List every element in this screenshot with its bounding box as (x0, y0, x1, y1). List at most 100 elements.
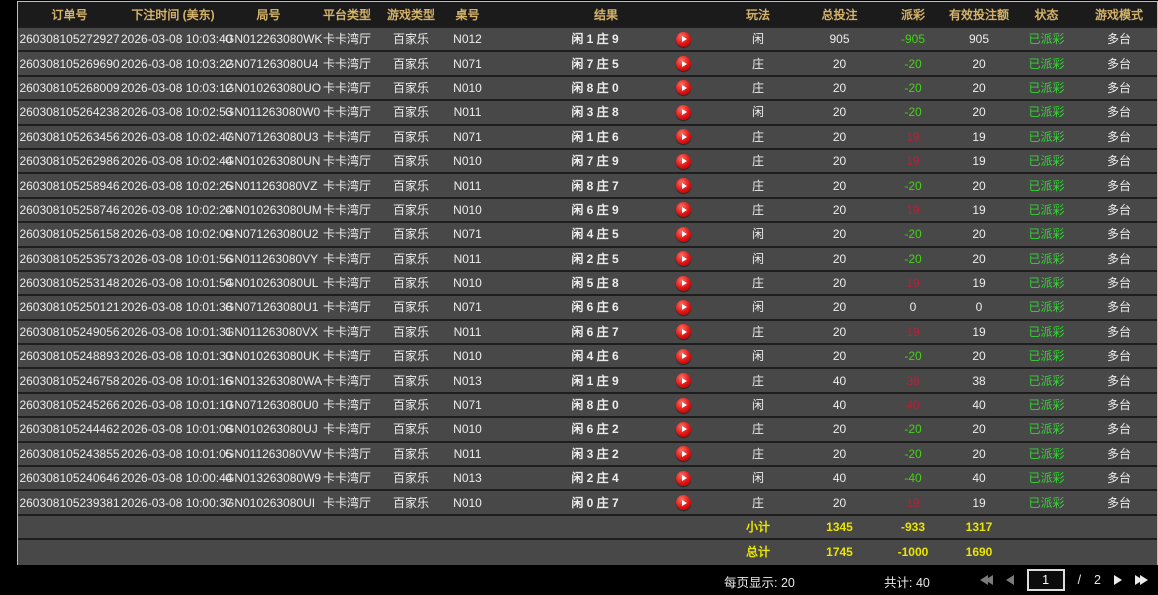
cell-play-type: 庄 (751, 495, 764, 510)
cell-game-mode: 多台 (1106, 495, 1131, 510)
cell-platform-type: 卡卡湾厅 (322, 202, 371, 217)
cell-order-number: 260308105248893 (19, 349, 120, 364)
cell-game-mode: 多台 (1106, 349, 1131, 364)
cell-total-bet: 20 (832, 422, 847, 437)
total-pages: 2 (1094, 573, 1101, 587)
play-video-icon[interactable] (676, 495, 691, 511)
play-video-icon[interactable] (676, 251, 691, 267)
summary-label: 总计 (745, 545, 770, 560)
cell-game-type: 百家乐 (392, 276, 429, 291)
cell-replay (650, 397, 717, 413)
cell-order-number: 260308105262986 (19, 154, 120, 169)
cell-replay (650, 348, 717, 364)
header-game-mode: 游戏模式 (1094, 7, 1143, 22)
cell-play-type: 庄 (751, 178, 764, 193)
cell-game-type: 百家乐 (392, 471, 429, 486)
cell-round-number: GN010263080UO (225, 80, 322, 95)
cell-total-bet: 20 (832, 349, 847, 364)
cell-bet-time: 2026-03-08 10:01:16 (121, 373, 233, 388)
cell-replay (650, 324, 717, 340)
cell-status: 已派彩 (1028, 276, 1065, 291)
cell-game-type: 百家乐 (392, 398, 429, 413)
cell-round-number: GN071263080U2 (225, 227, 319, 242)
cell-status: 已派彩 (1028, 251, 1065, 266)
cell-payout: -905 (900, 32, 926, 47)
cell-total-bet: 20 (832, 154, 847, 169)
play-video-icon[interactable] (676, 129, 691, 145)
cell-result: 闲 7 庄 5 (571, 56, 619, 71)
cell-bet-time: 2026-03-08 10:00:44 (121, 471, 233, 486)
play-video-icon[interactable] (676, 373, 691, 389)
play-video-icon[interactable] (676, 80, 691, 96)
play-video-icon[interactable] (676, 202, 691, 218)
cell-order-number: 260308105256158 (19, 227, 120, 242)
table-row: 260308105256158 2026-03-08 10:02:09 GN0712… (18, 223, 1157, 248)
header-game-type: 游戏类型 (386, 7, 435, 22)
cell-play-type: 庄 (751, 446, 764, 461)
table-row: 260308105263456 2026-03-08 10:02:47 GN0712… (18, 125, 1157, 150)
cell-total-bet: 20 (832, 105, 847, 120)
cell-game-type: 百家乐 (392, 349, 429, 364)
prev-page-icon[interactable] (1005, 575, 1014, 585)
play-video-icon[interactable] (676, 299, 691, 315)
play-video-icon[interactable] (676, 421, 691, 437)
cell-round-number: GN013263080WA (225, 373, 322, 388)
cell-status: 已派彩 (1028, 471, 1065, 486)
play-video-icon[interactable] (676, 178, 691, 194)
cell-total-bet: 40 (832, 398, 847, 413)
cell-result: 闲 6 庄 9 (571, 202, 619, 217)
cell-replay (650, 470, 717, 486)
play-video-icon[interactable] (676, 31, 691, 47)
cell-table-number: N071 (453, 398, 482, 413)
play-video-icon[interactable] (676, 397, 691, 413)
cell-result: 闲 2 庄 5 (571, 251, 619, 266)
cell-game-type: 百家乐 (392, 129, 429, 144)
play-video-icon[interactable] (676, 324, 691, 340)
cell-round-number: GN010263080UK (225, 349, 320, 364)
play-video-icon[interactable] (676, 153, 691, 169)
table-row: 260308105258946 2026-03-08 10:02:25 GN0112… (18, 174, 1157, 199)
cell-status: 已派彩 (1028, 324, 1065, 339)
cell-total-bet: 20 (832, 56, 847, 71)
play-video-icon[interactable] (676, 470, 691, 486)
cell-table-number: N010 (453, 276, 482, 291)
play-video-icon[interactable] (676, 348, 691, 364)
cell-status: 已派彩 (1028, 178, 1065, 193)
cell-game-mode: 多台 (1106, 80, 1131, 95)
last-page-icon[interactable] (1135, 575, 1148, 585)
cell-payout: 0 (909, 300, 917, 315)
cell-result: 闲 6 庄 6 (571, 300, 619, 315)
cell-valid-bet: 40 (972, 471, 986, 486)
cell-total-bet: 20 (832, 446, 847, 461)
cell-bet-time: 2026-03-08 10:01:54 (121, 276, 233, 291)
cell-order-number: 260308105246758 (19, 373, 120, 388)
play-triangle (682, 450, 687, 457)
page-number-input[interactable] (1026, 569, 1065, 591)
cell-result: 闲 6 庄 2 (571, 422, 619, 437)
play-video-icon[interactable] (676, 104, 691, 120)
cell-round-number: GN010263080UM (225, 202, 322, 217)
cell-table-number: N010 (453, 154, 482, 169)
play-video-icon[interactable] (676, 226, 691, 242)
header-status: 状态 (1034, 7, 1059, 22)
cell-status: 已派彩 (1028, 56, 1065, 71)
next-page-icon[interactable] (1114, 575, 1122, 585)
first-page-icon[interactable] (979, 575, 993, 585)
cell-table-number: N012 (453, 32, 482, 47)
cell-table-number: N011 (453, 251, 482, 266)
play-triangle (682, 377, 687, 384)
cell-total-bet: 20 (832, 129, 847, 144)
cell-order-number: 260308105272927 (19, 32, 120, 47)
cell-bet-time: 2026-03-08 10:02:53 (121, 105, 233, 120)
cell-result: 闲 4 庄 5 (571, 227, 619, 242)
play-video-icon[interactable] (676, 446, 691, 462)
header-bet-time: 下注时间 (美东) (131, 7, 215, 22)
cell-play-type: 闲 (751, 300, 764, 315)
table-row: 260308105272927 2026-03-08 10:03:40 GN0122… (18, 28, 1157, 53)
cell-replay (650, 153, 717, 169)
header-platform-type: 平台类型 (322, 7, 371, 22)
play-video-icon[interactable] (676, 56, 691, 72)
cell-game-type: 百家乐 (392, 251, 429, 266)
cell-table-number: N071 (453, 227, 482, 242)
play-video-icon[interactable] (676, 275, 691, 291)
